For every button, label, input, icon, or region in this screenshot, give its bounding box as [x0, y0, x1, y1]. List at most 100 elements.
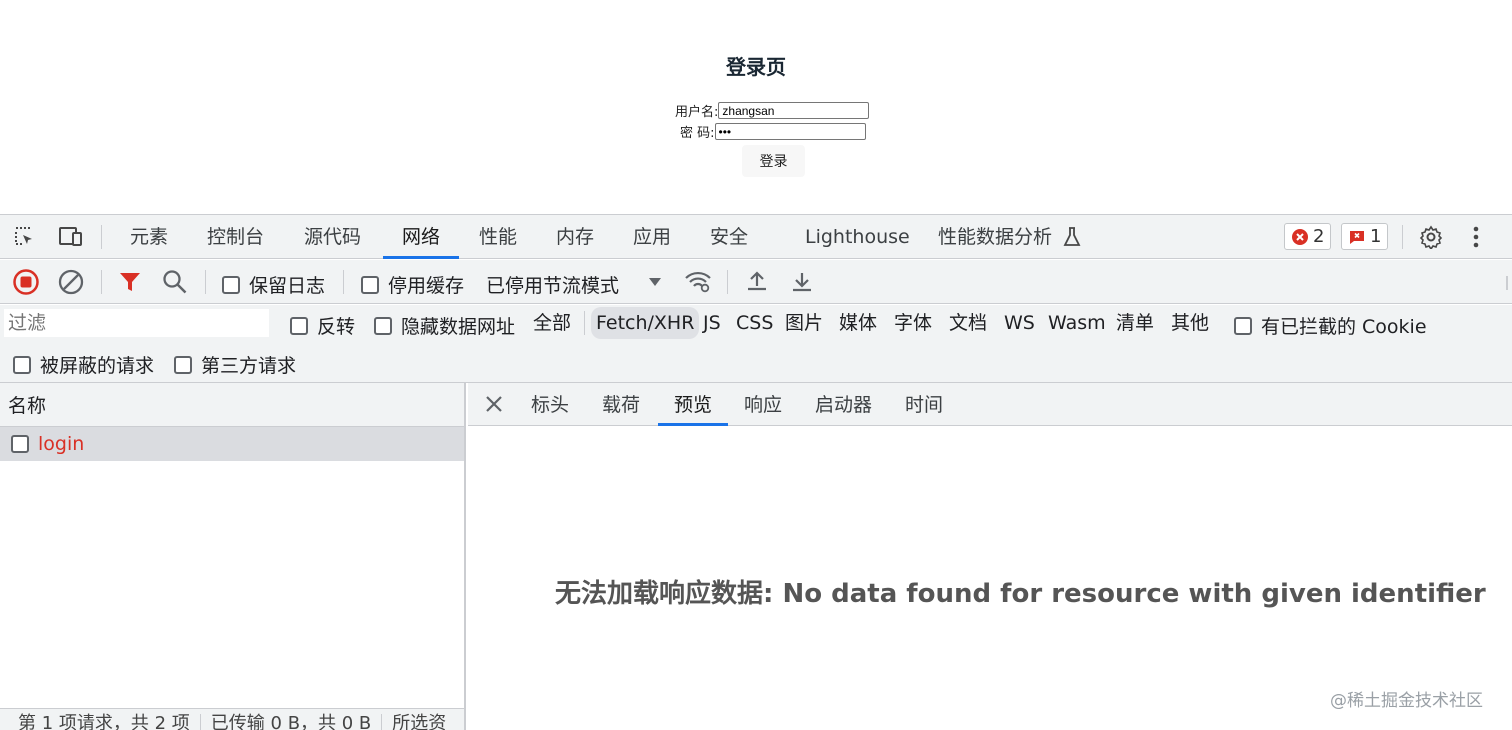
selected-resources: 所选资: [392, 713, 447, 730]
blocked-requests-label: 被屏蔽的请求: [40, 355, 155, 377]
preserve-log-checkbox[interactable]: 保留日志: [222, 271, 325, 298]
type-filter-js[interactable]: JS: [698, 307, 726, 339]
filter-input[interactable]: [4, 309, 269, 337]
device-toolbar-icon[interactable]: [58, 224, 84, 250]
type-filter-other[interactable]: 其他: [1166, 307, 1214, 339]
status-divider: [381, 714, 383, 730]
password-label: 密 码:: [680, 126, 715, 141]
row-checkbox[interactable]: [11, 435, 29, 453]
checkbox-box[interactable]: [374, 316, 392, 335]
blocked-requests-checkbox[interactable]: 被屏蔽的请求: [13, 351, 154, 378]
error-count: 2: [1313, 226, 1325, 247]
toolbar-divider: [727, 270, 728, 294]
filter-divider: [584, 311, 585, 335]
detail-tab-response[interactable]: 响应: [744, 383, 782, 426]
hide-data-urls-checkbox[interactable]: 隐藏数据网址: [374, 312, 515, 339]
throttling-select[interactable]: 已停用节流模式: [486, 271, 619, 298]
checkbox-box[interactable]: [222, 275, 240, 294]
error-badge[interactable]: 2: [1284, 223, 1332, 250]
tab-lighthouse[interactable]: Lighthouse: [805, 215, 910, 259]
username-label: 用户名:: [675, 105, 719, 120]
toolbar-overflow-handle: [1506, 276, 1508, 290]
toolbar-divider: [205, 270, 206, 294]
network-conditions-icon[interactable]: [683, 267, 713, 297]
issue-badge[interactable]: 1: [1341, 223, 1389, 250]
checkbox-box[interactable]: [290, 316, 308, 335]
detail-tab-preview[interactable]: 预览: [658, 383, 728, 426]
request-detail-pane: 标头 载荷 预览 响应 启动器 时间 无法加载响应数据: No data fou…: [468, 383, 1512, 730]
error-icon: [1292, 228, 1308, 245]
password-row: 密 码:: [680, 122, 866, 141]
transferred-size: 已传输 0 B，共 0 B: [210, 713, 372, 730]
flask-icon: [1059, 224, 1085, 250]
request-count: 第 1 项请求，共 2 项: [18, 713, 190, 730]
checkbox-box[interactable]: [13, 355, 31, 374]
checkbox-box[interactable]: [1234, 316, 1252, 335]
status-divider: [199, 714, 201, 730]
settings-gear-icon[interactable]: [1418, 224, 1444, 250]
tab-network[interactable]: 网络: [383, 215, 459, 259]
tab-application[interactable]: 应用: [633, 215, 671, 259]
web-page: 登录页 用户名: 密 码: 登录: [0, 0, 1512, 214]
invert-checkbox[interactable]: 反转: [290, 312, 355, 339]
type-filter-fetch-xhr[interactable]: Fetch/XHR: [591, 307, 700, 339]
export-har-icon[interactable]: [787, 267, 817, 297]
disable-cache-checkbox[interactable]: 停用缓存: [361, 271, 464, 298]
third-party-label: 第三方请求: [201, 355, 297, 377]
type-filter-all[interactable]: 全部: [528, 307, 576, 339]
hide-data-urls-label: 隐藏数据网址: [401, 316, 516, 338]
tab-performance-insights[interactable]: 性能数据分析: [938, 215, 1052, 259]
status-bar: 第 1 项请求，共 2 项 已传输 0 B，共 0 B 所选资: [0, 708, 464, 730]
type-filter-manifest[interactable]: 清单: [1111, 307, 1159, 339]
blocked-cookies-checkbox[interactable]: 有已拦截的 Cookie: [1234, 312, 1427, 339]
type-filter-font[interactable]: 字体: [889, 307, 937, 339]
tab-performance[interactable]: 性能: [479, 215, 517, 259]
toolbar-divider: [343, 270, 344, 294]
third-party-checkbox[interactable]: 第三方请求: [174, 351, 296, 378]
disable-cache-label: 停用缓存: [388, 275, 465, 297]
type-filter-wasm[interactable]: Wasm: [1043, 307, 1111, 339]
type-filter-media[interactable]: 媒体: [834, 307, 882, 339]
inspect-element-icon[interactable]: [12, 224, 38, 250]
username-row: 用户名:: [675, 101, 870, 120]
page-title: 登录页: [726, 55, 786, 79]
import-har-icon[interactable]: [742, 267, 772, 297]
type-filter-ws[interactable]: WS: [999, 307, 1040, 339]
password-input[interactable]: [714, 123, 866, 140]
invert-label: 反转: [317, 316, 356, 338]
tab-sources[interactable]: 源代码: [304, 215, 361, 259]
column-header-name[interactable]: 名称: [0, 383, 464, 427]
filter-funnel-icon[interactable]: [115, 267, 145, 297]
tabbar-divider: [101, 225, 102, 249]
issue-count: 1: [1370, 226, 1382, 247]
checkbox-box[interactable]: [174, 355, 192, 374]
preserve-log-label: 保留日志: [249, 275, 326, 297]
detail-tab-payload[interactable]: 载荷: [602, 383, 640, 426]
devtools-panel: 元素 控制台 源代码 网络 性能 内存 应用 安全 Lighthouse 性能数…: [0, 214, 1512, 730]
search-icon[interactable]: [160, 267, 190, 297]
tab-elements[interactable]: 元素: [130, 215, 168, 259]
close-icon[interactable]: [482, 392, 506, 416]
clear-icon[interactable]: [56, 267, 86, 297]
username-input[interactable]: [718, 102, 870, 119]
type-filter-doc[interactable]: 文档: [944, 307, 992, 339]
login-button[interactable]: 登录: [742, 145, 805, 177]
preview-error-message: 无法加载响应数据: No data found for resource wit…: [555, 579, 1486, 609]
detail-tabbar: 标头 载荷 预览 响应 启动器 时间: [468, 383, 1512, 426]
type-filter-css[interactable]: CSS: [731, 307, 778, 339]
tab-memory[interactable]: 内存: [556, 215, 594, 259]
toolbar-divider: [101, 270, 102, 294]
record-stop-icon[interactable]: [11, 267, 41, 297]
more-options-icon[interactable]: [1463, 224, 1489, 250]
type-filter-img[interactable]: 图片: [780, 307, 828, 339]
detail-tab-headers[interactable]: 标头: [531, 383, 569, 426]
detail-tab-timing[interactable]: 时间: [905, 383, 943, 426]
tab-security[interactable]: 安全: [710, 215, 748, 259]
dropdown-arrow-icon[interactable]: [640, 267, 670, 297]
detail-tab-initiator[interactable]: 启动器: [815, 383, 872, 426]
tab-console[interactable]: 控制台: [207, 215, 264, 259]
checkbox-box[interactable]: [361, 275, 379, 294]
request-name[interactable]: login: [38, 433, 84, 455]
issue-icon: [1350, 230, 1364, 244]
table-row[interactable]: login: [0, 427, 464, 461]
